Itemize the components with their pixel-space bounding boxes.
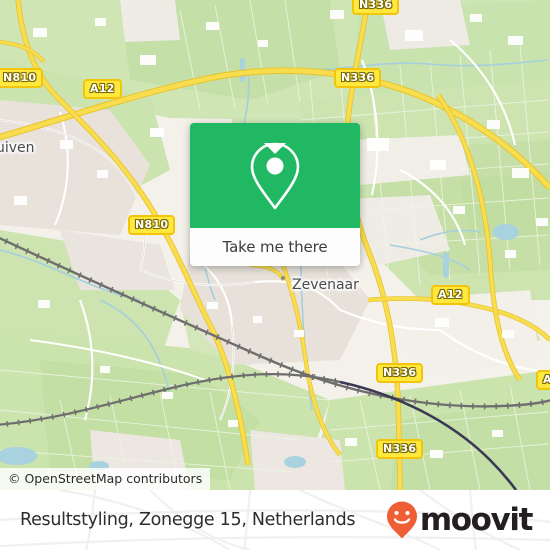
popup-pointer-tail	[264, 143, 286, 154]
place-label-duiven: uiven	[0, 140, 35, 156]
road-shield-a12-mid-right[interactable]: A12	[431, 285, 470, 305]
popup-marker-area	[190, 123, 360, 228]
moovit-wordmark: moovit	[419, 501, 534, 538]
road-shield-n336-upper[interactable]: N336	[334, 68, 382, 88]
place-label-zevenaar: Zevenaar	[292, 277, 359, 293]
road-shield-n810-mid-left[interactable]: N810	[128, 215, 176, 235]
road-shield-n336-bottom[interactable]: N336	[376, 439, 424, 459]
location-title: Resultstyling, Zonegge 15, Netherlands	[20, 510, 356, 530]
moovit-location-map-screen: uiven Zevenaar N810 A12 N336 N336 N810 A…	[0, 0, 550, 550]
footer-content: Resultstyling, Zonegge 15, Netherlands m…	[0, 490, 550, 550]
road-shield-n336-center[interactable]: N336	[376, 363, 424, 383]
map-canvas[interactable]: uiven Zevenaar N810 A12 N336 N336 N810 A…	[0, 0, 550, 490]
footer-bar: Resultstyling, Zonegge 15, Netherlands m…	[0, 490, 550, 550]
road-shield-n810-top-left[interactable]: N810	[0, 68, 44, 88]
road-shield-a12-right-edge[interactable]: A12	[536, 370, 550, 390]
popup-action-area[interactable]: Take me there	[190, 228, 360, 266]
moovit-brand[interactable]: moovit	[385, 500, 534, 540]
moovit-smiley-pin-icon	[386, 501, 417, 539]
take-me-there-label: Take me there	[222, 238, 328, 256]
place-dot-zevenaar	[281, 276, 285, 280]
osm-attribution[interactable]: © OpenStreetMap contributors	[0, 468, 211, 490]
road-shield-n336-top[interactable]: N336	[352, 0, 400, 15]
road-shield-a12-top[interactable]: A12	[83, 79, 122, 99]
